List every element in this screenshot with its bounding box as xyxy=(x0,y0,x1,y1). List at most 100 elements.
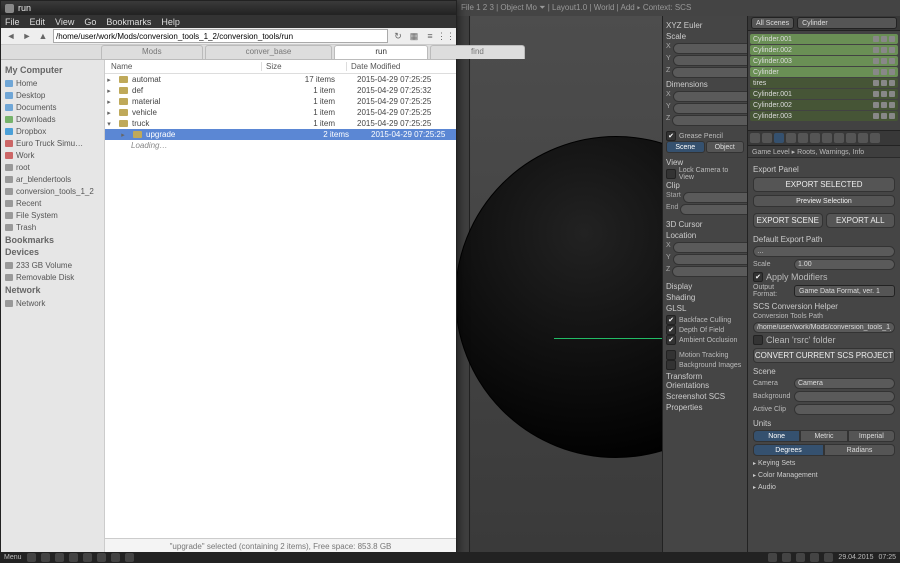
view-compact-icon[interactable]: ⋮⋮ xyxy=(440,30,452,42)
file-row[interactable]: ▸def1 item2015-04-29 07:25:32 xyxy=(105,85,456,96)
sidebar-item[interactable]: Euro Truck Simu… xyxy=(5,137,100,149)
dim-x[interactable] xyxy=(673,91,747,102)
out-fmt-select[interactable]: Game Data Format, ver. 1 xyxy=(794,285,895,297)
file-row[interactable]: ▸upgrade2 items2015-04-29 07:25:25 xyxy=(105,129,456,140)
select-icon[interactable] xyxy=(881,69,887,75)
render-icon[interactable] xyxy=(889,36,895,42)
sidebar-item[interactable]: 233 GB Volume xyxy=(5,259,100,271)
unit-imperial[interactable]: Imperial xyxy=(848,430,895,442)
gp-object[interactable]: Object xyxy=(706,141,745,153)
background-input[interactable] xyxy=(794,391,895,402)
expand-icon[interactable]: ▸ xyxy=(119,131,127,139)
display-label[interactable]: Display xyxy=(666,282,744,291)
os-taskbar[interactable]: Menu 29.04.2015 07:25 xyxy=(0,552,900,563)
task-icon[interactable] xyxy=(97,553,106,562)
outliner-filter[interactable]: Cylinder xyxy=(797,17,897,29)
tray-icon[interactable] xyxy=(810,553,819,562)
tab-texture-icon[interactable] xyxy=(858,133,868,143)
sidebar-item[interactable]: Work xyxy=(5,149,100,161)
render-icon[interactable] xyxy=(889,102,895,108)
select-icon[interactable] xyxy=(881,47,887,53)
menu-bookmarks[interactable]: Bookmarks xyxy=(106,17,151,27)
eye-icon[interactable] xyxy=(873,80,879,86)
sidebar-item[interactable]: Network xyxy=(5,297,100,309)
preview-selection-button[interactable]: Preview Selection xyxy=(753,195,895,207)
file-row[interactable]: ▸automat17 items2015-04-29 07:25:25 xyxy=(105,74,456,85)
sidebar-item[interactable]: conversion_tools_1_2 xyxy=(5,185,100,197)
angle-degrees[interactable]: Degrees xyxy=(753,444,824,456)
tray-icon[interactable] xyxy=(824,553,833,562)
file-row[interactable]: ▾truck1 item2015-04-29 07:25:25 xyxy=(105,118,456,129)
tab-modifiers-icon[interactable] xyxy=(822,133,832,143)
color-management[interactable]: Color Management xyxy=(753,470,895,480)
menu-go[interactable]: Go xyxy=(84,17,96,27)
eye-icon[interactable] xyxy=(873,113,879,119)
eye-icon[interactable] xyxy=(873,102,879,108)
camera-input[interactable] xyxy=(794,378,895,389)
cursor-z[interactable] xyxy=(672,266,747,277)
glsl-check[interactable]: ✔Backface Culling xyxy=(666,315,744,325)
nav-up-icon[interactable]: ▲ xyxy=(37,30,49,42)
task-icon[interactable] xyxy=(55,553,64,562)
outliner-item[interactable]: Cylinder xyxy=(750,67,898,77)
menu-help[interactable]: Help xyxy=(161,17,180,27)
select-icon[interactable] xyxy=(881,80,887,86)
menu-file[interactable]: File xyxy=(5,17,20,27)
task-icon[interactable] xyxy=(83,553,92,562)
outliner-item[interactable]: Cylinder.002 xyxy=(750,45,898,55)
cursor-x[interactable] xyxy=(673,242,747,253)
activeclip-input[interactable] xyxy=(794,404,895,415)
menu-edit[interactable]: Edit xyxy=(30,17,46,27)
properties-sec[interactable]: Properties xyxy=(666,403,744,412)
path-input[interactable] xyxy=(53,29,388,43)
outliner-item[interactable]: Cylinder.003 xyxy=(750,56,898,66)
list-header[interactable]: Name Size Date Modified xyxy=(105,60,456,74)
expand-icon[interactable]: ▸ xyxy=(105,98,113,106)
tab-physics-icon[interactable] xyxy=(870,133,880,143)
eye-icon[interactable] xyxy=(873,91,879,97)
outliner-tree[interactable]: Cylinder.001Cylinder.002Cylinder.003Cyli… xyxy=(748,31,900,130)
export-all-button[interactable]: EXPORT ALL xyxy=(826,213,896,228)
angle-radians[interactable]: Radians xyxy=(824,444,895,456)
sidebar-item[interactable]: Desktop xyxy=(5,89,100,101)
motion-tracking[interactable]: Motion Tracking xyxy=(679,352,728,359)
outliner-item[interactable]: Cylinder.001 xyxy=(750,34,898,44)
select-icon[interactable] xyxy=(881,102,887,108)
task-icon[interactable] xyxy=(69,553,78,562)
expand-icon[interactable]: ▸ xyxy=(105,87,113,95)
file-row[interactable]: ▸vehicle1 item2015-04-29 07:25:25 xyxy=(105,107,456,118)
tray-icon[interactable] xyxy=(768,553,777,562)
tab-data-icon[interactable] xyxy=(834,133,844,143)
task-icon[interactable] xyxy=(125,553,134,562)
screenshot-scs[interactable]: Screenshot SCS xyxy=(666,392,744,401)
select-icon[interactable] xyxy=(881,91,887,97)
render-icon[interactable] xyxy=(889,58,895,64)
dim-z[interactable] xyxy=(672,115,747,126)
menu-view[interactable]: View xyxy=(55,17,74,27)
tab-material-icon[interactable] xyxy=(846,133,856,143)
scale-x[interactable] xyxy=(673,43,747,54)
sidebar-item[interactable]: Recent xyxy=(5,197,100,209)
view-icons-icon[interactable]: ▦ xyxy=(408,30,420,42)
apply-mod-check[interactable]: ✔ xyxy=(753,272,763,282)
convert-button[interactable]: CONVERT CURRENT SCS PROJECT xyxy=(753,348,895,363)
export-scene-button[interactable]: EXPORT SCENE xyxy=(753,213,823,228)
outliner-mode[interactable]: All Scenes xyxy=(751,17,794,29)
render-icon[interactable] xyxy=(889,91,895,97)
default-path-input[interactable] xyxy=(753,246,895,257)
tab-bar[interactable]: Modsconver_baserunfind xyxy=(1,45,456,60)
col-name[interactable]: Name xyxy=(105,62,261,71)
eye-icon[interactable] xyxy=(873,58,879,64)
clip-end[interactable] xyxy=(680,204,747,215)
outliner-item[interactable]: Cylinder.001 xyxy=(750,89,898,99)
sidebar-item[interactable]: Home xyxy=(5,77,100,89)
units-segment[interactable]: NoneMetricImperial xyxy=(753,430,895,442)
clip-start[interactable] xyxy=(683,192,747,203)
select-icon[interactable] xyxy=(881,36,887,42)
unit-none[interactable]: None xyxy=(753,430,800,442)
eye-icon[interactable] xyxy=(873,69,879,75)
tab-world-icon[interactable] xyxy=(786,133,796,143)
tab-constraints-icon[interactable] xyxy=(810,133,820,143)
outliner-item[interactable]: tires xyxy=(750,78,898,88)
col-size[interactable]: Size xyxy=(261,62,346,71)
